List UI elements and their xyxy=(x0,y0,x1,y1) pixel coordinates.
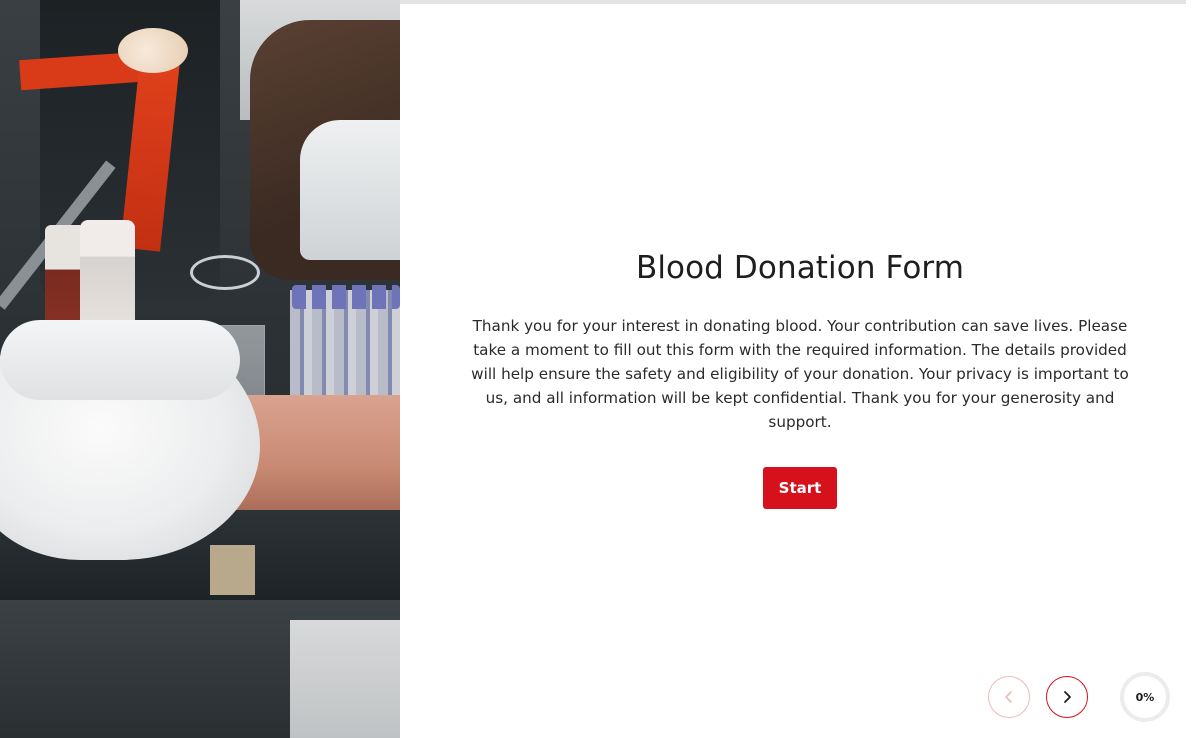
next-button[interactable] xyxy=(1046,676,1088,718)
previous-button[interactable] xyxy=(988,676,1030,718)
form-page: Blood Donation Form Thank you for your i… xyxy=(0,0,1200,738)
photo-tape xyxy=(210,545,255,595)
photo-scissors xyxy=(190,255,260,290)
progress-indicator: 0% xyxy=(1120,672,1170,722)
photo-glove xyxy=(0,320,240,400)
photo-coat xyxy=(300,120,400,260)
progress-percent: 0% xyxy=(1135,690,1155,704)
photo-bottle xyxy=(45,225,85,335)
photo-flower xyxy=(118,28,188,73)
chevron-left-icon xyxy=(1005,691,1012,703)
photo-paper xyxy=(290,620,400,738)
page-title: Blood Donation Form xyxy=(635,250,965,286)
chevron-right-icon xyxy=(1064,691,1071,703)
hero-photo xyxy=(0,0,400,738)
photo-tube-caps xyxy=(292,285,400,309)
start-button[interactable]: Start xyxy=(763,467,837,509)
form-intro: Blood Donation Form Thank you for your i… xyxy=(400,0,1200,738)
form-description: Thank you for your interest in donating … xyxy=(471,317,1129,431)
